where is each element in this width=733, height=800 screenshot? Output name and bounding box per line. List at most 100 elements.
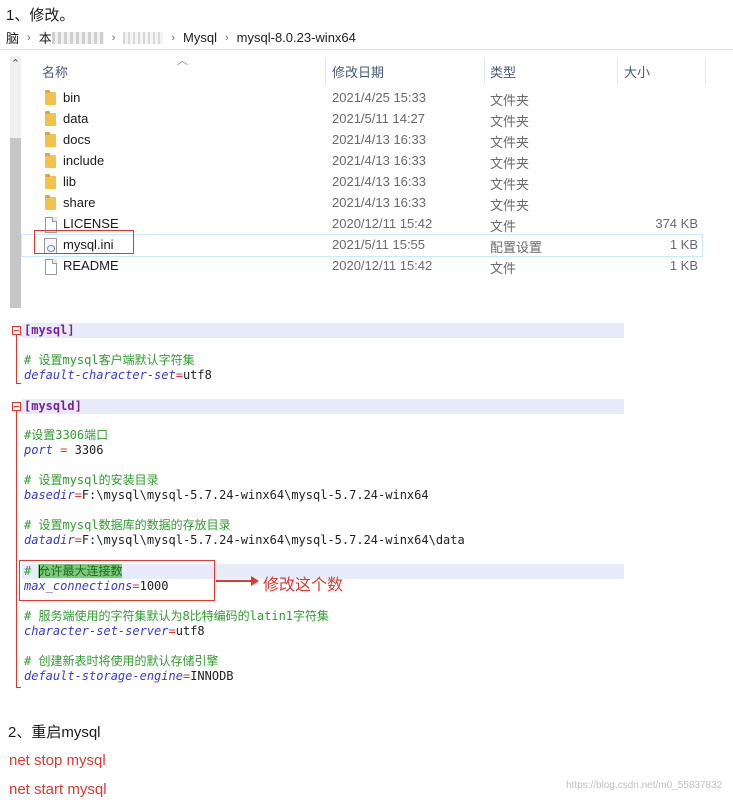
file-name: docs [63, 132, 91, 147]
file-date: 2021/4/13 16:33 [332, 132, 426, 147]
config-value: F:\mysql\mysql-5.7.24-winx64\mysql-5.7.2… [81, 488, 429, 502]
file-row[interactable]: lib 2021/4/13 16:33 文件夹 [22, 172, 702, 193]
folder-icon [45, 90, 56, 105]
config-value: utf8 [175, 624, 205, 638]
file-date: 2020/12/11 15:42 [332, 216, 433, 231]
config-comment: # 设置mysql客户端默认字符集 [24, 353, 195, 367]
highlight-box-max-connections [19, 560, 215, 601]
config-comment: # 服务端使用的字符集默认为8比特编码的latin1字符集 [24, 609, 330, 623]
sort-ascending-icon: ︿ [177, 55, 188, 67]
section-band [22, 399, 624, 414]
vertical-scrollbar[interactable]: ⌃ [10, 56, 21, 308]
file-size: 374 KB [655, 216, 698, 231]
breadcrumb-item-computer[interactable]: 脑 [6, 28, 19, 47]
config-value: INNODB [190, 669, 234, 683]
folder-icon [45, 195, 56, 210]
file-date: 2021/4/25 15:33 [332, 90, 426, 105]
chevron-right-icon: › [171, 31, 176, 44]
column-divider[interactable] [484, 58, 485, 84]
chevron-right-icon: › [225, 31, 229, 44]
folder-icon [45, 132, 56, 147]
config-equals: = [74, 533, 82, 547]
fold-toggle-icon[interactable] [12, 402, 21, 411]
file-type: 文件夹 [490, 114, 530, 129]
config-line-default-storage-engine: default-storage-engine=INNODB [24, 669, 234, 684]
file-row[interactable]: data 2021/5/11 14:27 文件夹 [22, 109, 702, 130]
file-type: 文件 [490, 219, 517, 234]
config-comment: # 设置mysql的安装目录 [24, 473, 159, 487]
config-section-mysqld: [mysqld] [24, 399, 82, 413]
config-equals: = [168, 624, 176, 638]
breadcrumb-item-mysql[interactable]: Mysql [183, 30, 217, 45]
column-divider[interactable] [325, 58, 326, 84]
file-row[interactable]: bin 2021/4/25 15:33 文件夹 [22, 88, 702, 109]
file-type: 文件夹 [490, 135, 530, 150]
config-line-default-character-set: default-character-set=utf8 [24, 368, 212, 383]
fold-guide-end [16, 687, 21, 688]
folder-icon [45, 174, 56, 189]
config-equals: = [74, 488, 82, 502]
column-header-size[interactable]: 大小 [624, 58, 650, 84]
step1-heading: 1、修改。 [6, 7, 75, 24]
chevron-right-icon: › [27, 31, 31, 44]
config-key: default-character-set [24, 368, 176, 382]
column-header-type[interactable]: 类型 [490, 58, 516, 84]
file-row[interactable]: include 2021/4/13 16:33 文件夹 [22, 151, 702, 172]
config-value: utf8 [182, 368, 212, 382]
column-header-date[interactable]: 修改日期 [332, 58, 384, 84]
config-key: character-set-server [24, 624, 169, 638]
config-key: default-storage-engine [24, 669, 183, 683]
highlight-box-mysql-ini [34, 230, 134, 254]
file-date: 2021/5/11 15:55 [332, 237, 426, 252]
fold-guide [16, 411, 17, 687]
folder-icon [45, 153, 56, 168]
file-row[interactable]: docs 2021/4/13 16:33 文件夹 [22, 130, 702, 151]
file-row[interactable]: README 2020/12/11 15:42 文件 1 KB [22, 256, 702, 277]
config-equals: = [175, 368, 183, 382]
file-size: 1 KB [669, 237, 698, 252]
config-value: 3306 [74, 443, 104, 457]
file-name: bin [63, 90, 81, 105]
breadcrumb: 脑 › 本 › › Mysql › mysql-8.0.23-winx64 [6, 28, 356, 47]
file-name: data [63, 111, 89, 126]
scroll-up-icon[interactable]: ⌃ [10, 58, 21, 70]
config-key: datadir [24, 533, 75, 547]
command-start: net start mysql [9, 781, 107, 798]
annotation-text: 修改这个数 [263, 577, 344, 594]
file-type: 文件夹 [490, 93, 530, 108]
scrollbar-thumb[interactable] [10, 138, 21, 308]
chevron-right-icon: › [111, 31, 116, 44]
config-key: basedir [24, 488, 75, 502]
file-row[interactable]: share 2021/4/13 16:33 文件夹 [22, 193, 702, 214]
arrow-line [216, 580, 256, 582]
column-divider[interactable] [617, 58, 618, 84]
file-icon [45, 259, 57, 275]
fold-toggle-icon[interactable] [12, 326, 21, 335]
file-date: 2021/4/13 16:33 [332, 195, 426, 210]
file-date: 2021/4/13 16:33 [332, 153, 426, 168]
file-size: 1 KB [669, 258, 698, 273]
watermark: https://blog.csdn.net/m0_55837832 [566, 780, 723, 791]
file-type: 文件夹 [490, 177, 530, 192]
file-name: lib [63, 174, 77, 189]
fold-guide-end [16, 383, 21, 384]
breadcrumb-item-disk[interactable]: 本 [39, 28, 52, 47]
config-line-port: port = 3306 [24, 443, 104, 458]
file-type: 文件 [490, 261, 517, 276]
arrow-right-icon [251, 576, 259, 586]
file-name: LICENSE [63, 216, 119, 231]
fold-guide [16, 335, 17, 383]
config-equals: = [52, 443, 75, 457]
file-name: share [63, 195, 96, 210]
breadcrumb-item-current[interactable]: mysql-8.0.23-winx64 [237, 30, 356, 45]
section-band [22, 323, 624, 338]
step2-heading: 2、重启mysql [8, 724, 101, 741]
config-section-mysql: [mysql] [24, 323, 75, 337]
config-line-datadir: datadir=F:\mysql\mysql-5.7.24-winx64\mys… [24, 533, 465, 548]
folder-icon [45, 111, 56, 126]
file-type: 文件夹 [490, 198, 530, 213]
column-divider[interactable] [705, 58, 706, 84]
file-type: 配置设置 [490, 240, 543, 255]
column-header-name[interactable]: 名称 [42, 58, 68, 84]
redacted-text [51, 31, 104, 44]
